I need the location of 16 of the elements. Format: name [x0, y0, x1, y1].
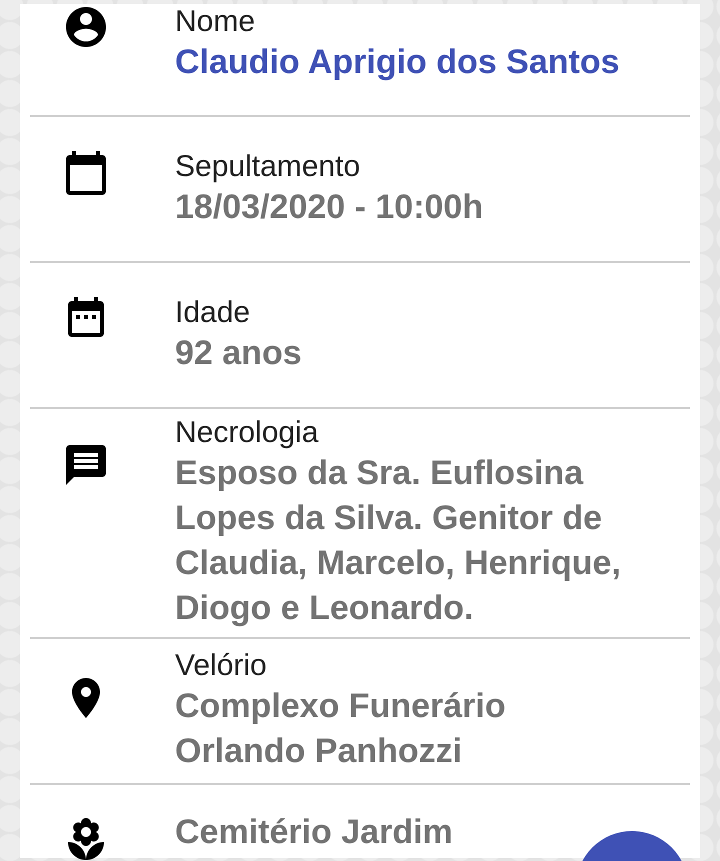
speech-bubble-icon — [66, 445, 106, 485]
field-label: Nome — [175, 4, 256, 40]
field-label: Necrologia — [175, 415, 318, 451]
field-label: Idade — [175, 294, 250, 330]
field-label: Velório — [175, 648, 267, 684]
field-value: Esposo da Sra. Euflosina Lopes da Silva. Genitor de Claudia, Marcelo, Henrique, Diogo e Leonardo. — [175, 453, 622, 629]
calendar-icon — [66, 150, 106, 194]
flower-icon — [68, 818, 104, 860]
field-value: 92 anos — [175, 332, 302, 374]
field-value: Cemitério Jardim — [175, 812, 453, 853]
calendar-dots-icon — [68, 296, 104, 336]
field-value: 18/03/2020 - 10:00h — [175, 186, 484, 228]
field-label: Sepultamento — [175, 148, 360, 184]
field-value: Complexo Funerário Orlando Panhozzi — [175, 686, 507, 772]
map-pin-icon — [72, 678, 100, 718]
field-value: Claudio Aprigio dos Santos — [175, 42, 620, 83]
